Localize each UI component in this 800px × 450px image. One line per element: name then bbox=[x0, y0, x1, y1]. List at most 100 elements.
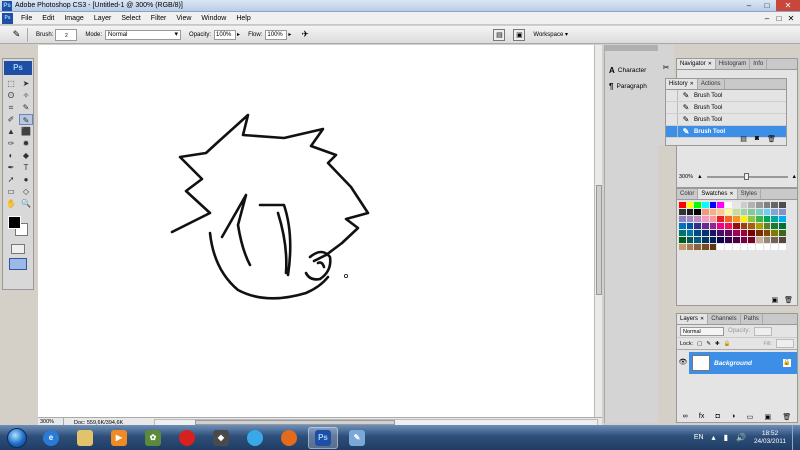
color-swatch[interactable] bbox=[679, 244, 686, 250]
path-selection-tool-icon[interactable]: ➚ bbox=[4, 174, 18, 185]
color-swatch[interactable] bbox=[686, 202, 694, 208]
zoom-tool-icon[interactable]: 🔍 bbox=[19, 198, 33, 209]
color-swatch[interactable] bbox=[725, 209, 732, 215]
taskbar-app-dark-button[interactable]: ◆ bbox=[206, 427, 236, 449]
taskbar-ie-button[interactable]: e bbox=[36, 427, 66, 449]
color-swatch[interactable] bbox=[732, 223, 740, 229]
zoom-slider-knob[interactable] bbox=[743, 173, 749, 180]
dodge-tool-icon[interactable]: ◆ bbox=[19, 150, 33, 161]
color-swatch[interactable] bbox=[686, 209, 694, 215]
menu-layer[interactable]: Layer bbox=[89, 12, 117, 25]
show-desktop-button[interactable] bbox=[792, 425, 800, 450]
menu-image[interactable]: Image bbox=[59, 12, 88, 25]
color-swatch[interactable] bbox=[717, 230, 725, 236]
color-swatch[interactable] bbox=[763, 223, 771, 229]
show-hidden-icons-icon[interactable]: ▴ bbox=[712, 433, 716, 442]
color-swatch[interactable] bbox=[717, 216, 725, 222]
color-swatch[interactable] bbox=[679, 209, 686, 215]
history-source-box[interactable] bbox=[666, 114, 678, 125]
menu-help[interactable]: Help bbox=[231, 12, 255, 25]
color-swatch[interactable] bbox=[755, 244, 763, 250]
tab-color[interactable]: Color bbox=[677, 189, 699, 199]
color-swatch[interactable] bbox=[740, 202, 748, 208]
doc-restore-button[interactable]: □ bbox=[774, 14, 784, 23]
close-button[interactable]: ✕ bbox=[776, 0, 800, 11]
taskbar-media-player-button[interactable]: ▶ bbox=[104, 427, 134, 449]
new-group-icon[interactable]: ▭ bbox=[747, 413, 754, 421]
color-swatch[interactable] bbox=[725, 230, 732, 236]
color-swatch[interactable] bbox=[725, 223, 732, 229]
color-swatch[interactable] bbox=[732, 209, 740, 215]
color-swatch[interactable] bbox=[771, 244, 778, 250]
color-swatch[interactable] bbox=[725, 216, 732, 222]
color-swatch[interactable] bbox=[732, 202, 740, 208]
taskbar-app-red-button[interactable] bbox=[172, 427, 202, 449]
color-swatch[interactable] bbox=[778, 237, 786, 243]
tools-preset-icon[interactable]: ✂ bbox=[659, 63, 673, 77]
tab-actions[interactable]: Actions bbox=[698, 79, 725, 89]
color-swatch[interactable] bbox=[778, 216, 786, 222]
color-swatch[interactable] bbox=[732, 216, 740, 222]
language-indicator[interactable]: EN bbox=[694, 434, 704, 441]
color-swatch[interactable] bbox=[778, 223, 786, 229]
doc-minimize-button[interactable]: – bbox=[762, 14, 772, 23]
color-swatch[interactable] bbox=[771, 230, 778, 236]
color-swatch[interactable] bbox=[694, 216, 702, 222]
color-swatch[interactable] bbox=[702, 244, 709, 250]
taskbar-app-blue-button[interactable] bbox=[240, 427, 270, 449]
healing-brush-tool-icon[interactable]: ✐ bbox=[4, 114, 18, 125]
color-swatch[interactable] bbox=[679, 223, 686, 229]
color-swatch[interactable] bbox=[778, 202, 786, 208]
color-swatch[interactable] bbox=[725, 237, 732, 243]
move-tool-icon[interactable]: ➤ bbox=[19, 78, 33, 89]
color-swatch[interactable] bbox=[740, 237, 748, 243]
history-source-box[interactable] bbox=[666, 90, 678, 101]
tab-history[interactable]: History ✕ bbox=[666, 79, 698, 89]
screen-mode-button[interactable] bbox=[9, 258, 27, 270]
pen-tool-icon[interactable]: ✒ bbox=[4, 162, 18, 173]
paragraph-panel-button[interactable]: ¶ Paragraph bbox=[609, 79, 659, 93]
photoshop-logo[interactable]: Ps bbox=[4, 61, 32, 75]
taskbar-game-button[interactable]: ✿ bbox=[138, 427, 168, 449]
mode-select[interactable]: Normal bbox=[105, 29, 182, 40]
color-swatch[interactable] bbox=[717, 244, 725, 250]
type-tool-icon[interactable]: T bbox=[19, 162, 33, 173]
history-item[interactable]: ✎ Brush Tool bbox=[666, 90, 786, 102]
color-swatch[interactable] bbox=[709, 244, 717, 250]
color-swatch[interactable] bbox=[755, 230, 763, 236]
eraser-tool-icon[interactable]: ✑ bbox=[4, 138, 18, 149]
brush-tool-icon[interactable]: ✎ bbox=[19, 114, 33, 125]
color-swatch[interactable] bbox=[748, 202, 755, 208]
tab-histogram[interactable]: Histogram bbox=[716, 59, 751, 69]
color-swatch[interactable] bbox=[771, 237, 778, 243]
foreground-color-swatch[interactable] bbox=[8, 216, 21, 229]
color-swatch[interactable] bbox=[709, 230, 717, 236]
new-swatch-icon[interactable]: ▣ bbox=[771, 296, 778, 304]
color-swatch[interactable] bbox=[717, 223, 725, 229]
trash-icon[interactable]: 🗑 bbox=[784, 296, 793, 304]
color-swatch[interactable] bbox=[725, 244, 732, 250]
history-item[interactable]: ✎ Brush Tool bbox=[666, 114, 786, 126]
color-swatch[interactable] bbox=[763, 237, 771, 243]
color-swatch[interactable] bbox=[732, 237, 740, 243]
zoom-in-icon[interactable]: ▲ bbox=[792, 174, 797, 180]
layer-mask-icon[interactable]: ◘ bbox=[716, 413, 720, 421]
document-icon[interactable]: Ps bbox=[2, 12, 13, 24]
color-swatch[interactable] bbox=[755, 223, 763, 229]
history-item[interactable]: ✎ Brush Tool bbox=[666, 102, 786, 114]
color-swatch[interactable] bbox=[755, 216, 763, 222]
character-panel-button[interactable]: A Character bbox=[609, 63, 659, 77]
color-swatch[interactable] bbox=[702, 209, 709, 215]
color-swatch[interactable] bbox=[694, 230, 702, 236]
adjustment-layer-icon[interactable]: ◑ bbox=[731, 413, 735, 421]
start-button[interactable] bbox=[2, 426, 32, 450]
color-swatch[interactable] bbox=[778, 244, 786, 250]
paint-bucket-tool-icon[interactable]: ✹ bbox=[19, 138, 33, 149]
color-swatch[interactable] bbox=[709, 223, 717, 229]
magic-wand-tool-icon[interactable]: ✧ bbox=[19, 90, 33, 101]
color-swatch[interactable] bbox=[694, 202, 702, 208]
tab-paths[interactable]: Paths bbox=[741, 314, 763, 324]
menu-edit[interactable]: Edit bbox=[37, 12, 59, 25]
color-swatch[interactable] bbox=[771, 202, 778, 208]
color-swatch[interactable] bbox=[686, 244, 694, 250]
